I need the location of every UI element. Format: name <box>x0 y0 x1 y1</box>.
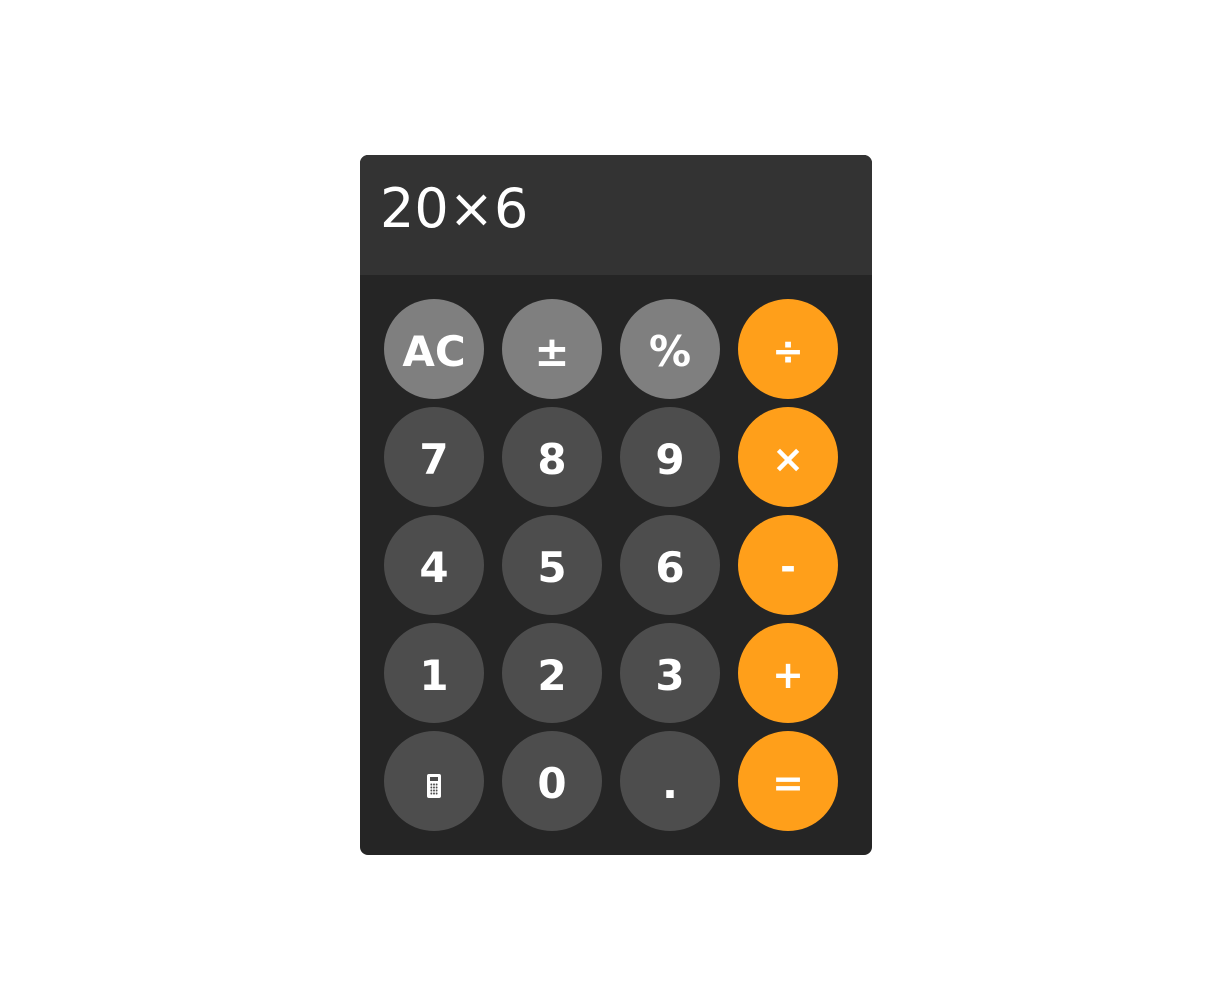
key-label: 0 <box>537 758 567 808</box>
key-label: 9 <box>655 434 685 484</box>
calculator: 20×6 AC ±% ÷ 7 8 9 × 4 5 6 - 1 2 3 +0. = <box>360 155 872 855</box>
digit-4-button[interactable]: 4 <box>384 515 484 615</box>
key-label: 5 <box>537 542 567 592</box>
add-button[interactable]: + <box>738 623 838 723</box>
digit-2-button[interactable]: 2 <box>502 623 602 723</box>
display: 20×6 <box>360 155 872 275</box>
key-label: 6 <box>655 542 685 592</box>
plus-minus-button[interactable]: ± <box>502 299 602 399</box>
key-label: 1 <box>419 650 449 700</box>
key-label: + <box>772 653 804 697</box>
key-label: = <box>772 761 804 805</box>
key-label: × <box>772 437 804 481</box>
equals-button[interactable]: = <box>738 731 838 831</box>
key-label: 4 <box>419 542 449 592</box>
percent-button[interactable]: % <box>620 299 720 399</box>
key-label: AC <box>402 326 466 376</box>
display-expression: 20×6 <box>380 176 529 240</box>
digit-6-button[interactable]: 6 <box>620 515 720 615</box>
key-label: . <box>662 758 678 808</box>
multiply-button[interactable]: × <box>738 407 838 507</box>
digit-8-button[interactable]: 8 <box>502 407 602 507</box>
key-label: - <box>780 545 796 589</box>
calculator-mode-button[interactable] <box>384 731 484 831</box>
key-label: 7 <box>419 434 449 484</box>
decimal-button[interactable]: . <box>620 731 720 831</box>
digit-9-button[interactable]: 9 <box>620 407 720 507</box>
digit-0-button[interactable]: 0 <box>502 731 602 831</box>
key-label: 8 <box>537 434 567 484</box>
key-label: 2 <box>537 650 567 700</box>
digit-1-button[interactable]: 1 <box>384 623 484 723</box>
digit-5-button[interactable]: 5 <box>502 515 602 615</box>
digit-7-button[interactable]: 7 <box>384 407 484 507</box>
key-label: 3 <box>655 650 685 700</box>
divide-button[interactable]: ÷ <box>738 299 838 399</box>
digit-3-button[interactable]: 3 <box>620 623 720 723</box>
subtract-button[interactable]: - <box>738 515 838 615</box>
calculator-icon <box>427 774 441 798</box>
keypad: AC ±% ÷ 7 8 9 × 4 5 6 - 1 2 3 +0. = <box>384 299 838 831</box>
key-label: % <box>648 326 692 376</box>
key-label: ÷ <box>772 329 804 373</box>
key-label: ± <box>534 326 570 376</box>
clear-button[interactable]: AC <box>384 299 484 399</box>
